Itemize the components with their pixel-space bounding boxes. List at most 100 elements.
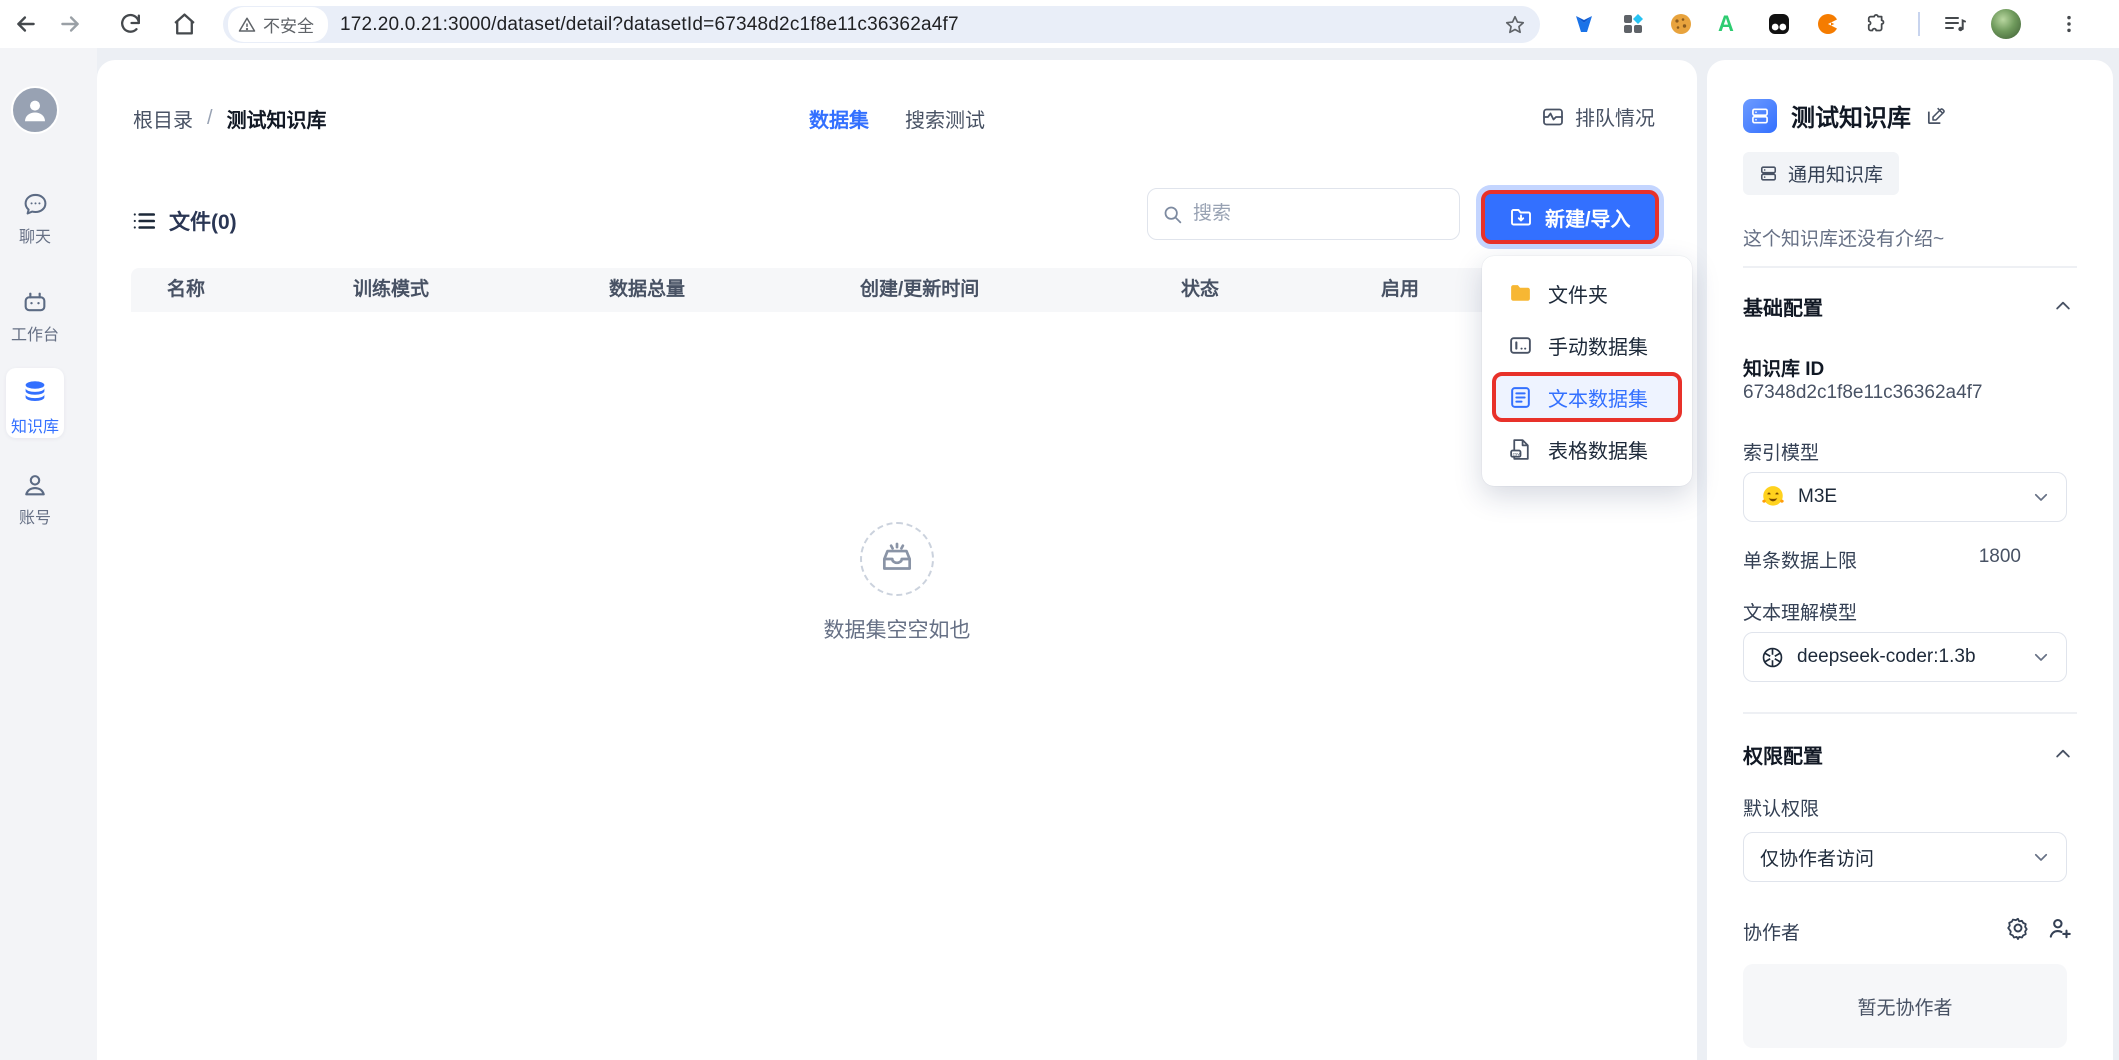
chevron-down-icon	[2034, 653, 2048, 661]
default-perm-label: 默认权限	[1743, 799, 1820, 820]
max-chunk-label: 单条数据上限	[1743, 551, 1858, 572]
menu-item-folder[interactable]: 文件夹	[1492, 268, 1682, 318]
ext-grid-icon[interactable]	[1621, 12, 1645, 36]
security-chip[interactable]: 不安全	[228, 7, 328, 42]
sidebar-item-account[interactable]: 账号	[0, 471, 70, 528]
ext-panda-icon[interactable]	[1767, 12, 1791, 36]
forward-icon[interactable]	[57, 11, 83, 37]
divider	[1743, 266, 2077, 268]
kb-avatar-icon	[1743, 98, 1777, 133]
chevron-up-icon[interactable]	[2053, 744, 2073, 764]
col-name: 名称	[167, 279, 206, 300]
empty-state-text: 数据集空空如也	[823, 619, 971, 642]
kb-id-value: 67348d2c1f8e11c36362a4f7	[1743, 382, 1983, 403]
extensions-puzzle-icon[interactable]	[1865, 12, 1889, 36]
browser-menu-kebab-icon[interactable]	[2058, 13, 2080, 35]
browser-toolbar: 不安全 172.20.0.21:3000/dataset/detail?data…	[0, 0, 2119, 48]
col-created-updated: 创建/更新时间	[860, 279, 980, 300]
files-title-label: 文件(0)	[169, 211, 237, 234]
files-title: 文件(0)	[131, 206, 237, 236]
person-add-icon[interactable]	[2047, 915, 2073, 941]
bookmark-star-icon[interactable]	[1504, 14, 1526, 36]
menu-item-manual-dataset[interactable]: 手动数据集	[1492, 320, 1682, 370]
edit-icon[interactable]	[1925, 104, 1948, 127]
sidebar-item-label: 知识库	[10, 419, 59, 436]
breadcrumb: 根目录 / 测试知识库	[133, 104, 327, 133]
create-import-menu: 文件夹 手动数据集 文本数据集 csv 表格数据集	[1482, 256, 1692, 486]
huggingface-icon	[1762, 486, 1784, 506]
menu-item-table-dataset[interactable]: csv 表格数据集	[1492, 424, 1682, 474]
chat-bubble-icon	[24, 193, 46, 215]
kb-id-label: 知识库 ID	[1743, 359, 1825, 380]
queue-status-button[interactable]: 排队情况	[1541, 102, 1655, 131]
reload-icon[interactable]	[118, 12, 143, 37]
user-avatar[interactable]	[11, 86, 59, 134]
collaborators-label: 协作者	[1743, 923, 1801, 944]
menu-item-label: 文件夹	[1548, 284, 1608, 307]
section-base-config: 基础配置	[1743, 298, 1823, 320]
sidebar-item-workbench[interactable]: 工作台	[0, 288, 70, 345]
app-area: 聊天 工作台 知识库 账号 根目录 / 测试知识库 数据集 搜索测试 排队情况 …	[0, 48, 2119, 1060]
person-icon	[25, 100, 45, 122]
kb-title: 测试知识库	[1791, 105, 1911, 132]
ext-cookie-icon[interactable]	[1669, 12, 1693, 36]
text-model-value: deepseek-coder:1.3b	[1797, 646, 1976, 667]
text-model-label: 文本理解模型	[1743, 603, 1858, 624]
sidebar-item-label: 聊天	[18, 229, 51, 246]
screen: 不安全 172.20.0.21:3000/dataset/detail?data…	[0, 0, 2119, 1060]
default-perm-select[interactable]: 仅协作者访问	[1743, 832, 2067, 882]
kb-detail-panel: 测试知识库 通用知识库 这个知识库还没有介绍~ 基础配置 知识库 ID 6734…	[1707, 60, 2113, 1060]
account-person-icon	[25, 475, 45, 496]
search-icon	[1164, 206, 1182, 223]
folder-icon	[1511, 284, 1530, 301]
collaborators-empty-box: 暂无协作者	[1743, 964, 2067, 1048]
url-bar[interactable]: 不安全 172.20.0.21:3000/dataset/detail?data…	[223, 6, 1540, 43]
index-model-value: M3E	[1798, 486, 1838, 507]
max-chunk-value: 1800	[1978, 546, 2021, 567]
ext-v-icon[interactable]	[1572, 12, 1596, 36]
sidebar-item-label: 工作台	[10, 327, 59, 344]
col-training-mode: 训练模式	[353, 279, 430, 300]
tab-dataset[interactable]: 数据集	[809, 104, 869, 133]
index-model-label: 索引模型	[1743, 443, 1820, 464]
search-box[interactable]	[1147, 188, 1460, 240]
create-import-label: 新建/导入	[1545, 208, 1631, 231]
ext-orange-icon[interactable]	[1816, 12, 1840, 36]
gear-icon[interactable]	[2005, 915, 2031, 941]
playlist-icon[interactable]	[1943, 12, 1967, 36]
database-icon	[25, 381, 45, 401]
home-icon[interactable]	[172, 12, 197, 37]
breadcrumb-current: 测试知识库	[226, 110, 327, 132]
folder-import-icon	[1511, 209, 1531, 226]
dataset-tabs: 数据集 搜索测试	[809, 104, 985, 133]
queue-pulse-icon	[1543, 108, 1563, 125]
left-sidebar: 聊天 工作台 知识库 账号	[0, 48, 97, 1060]
tab-search-test[interactable]: 搜索测试	[905, 104, 985, 133]
warning-triangle-icon	[238, 17, 256, 32]
back-icon[interactable]	[13, 11, 39, 37]
menu-item-label: 表格数据集	[1548, 440, 1648, 463]
empty-state-icon	[860, 522, 934, 596]
chevron-down-icon	[2034, 493, 2048, 501]
list-icon	[133, 213, 156, 229]
menu-item-text-dataset[interactable]: 文本数据集	[1492, 372, 1682, 422]
chevron-up-icon[interactable]	[2053, 296, 2073, 316]
create-import-button[interactable]: 新建/导入	[1481, 190, 1659, 244]
breadcrumb-root[interactable]: 根目录	[133, 104, 193, 133]
ext-a-icon[interactable]: A	[1718, 13, 1734, 35]
section-perm-config: 权限配置	[1743, 746, 1823, 768]
collaborators-empty-text: 暂无协作者	[1857, 997, 1953, 1019]
sidebar-item-knowledge-base[interactable]: 知识库	[0, 378, 70, 437]
empty-inbox-icon	[882, 542, 912, 570]
chevron-down-icon	[2034, 853, 2048, 861]
manual-dataset-icon	[1510, 336, 1531, 354]
url-text[interactable]: 172.20.0.21:3000/dataset/detail?datasetI…	[340, 14, 959, 36]
queue-status-label: 排队情况	[1575, 108, 1655, 130]
kb-type-tag: 通用知识库	[1743, 152, 1900, 195]
sidebar-item-chat[interactable]: 聊天	[0, 191, 70, 247]
sidebar-item-label: 账号	[18, 510, 51, 527]
index-model-select[interactable]: M3E	[1743, 472, 2067, 522]
text-model-select[interactable]: deepseek-coder:1.3b	[1743, 632, 2067, 682]
search-input[interactable]	[1193, 203, 1423, 225]
profile-avatar[interactable]	[1991, 9, 2021, 39]
